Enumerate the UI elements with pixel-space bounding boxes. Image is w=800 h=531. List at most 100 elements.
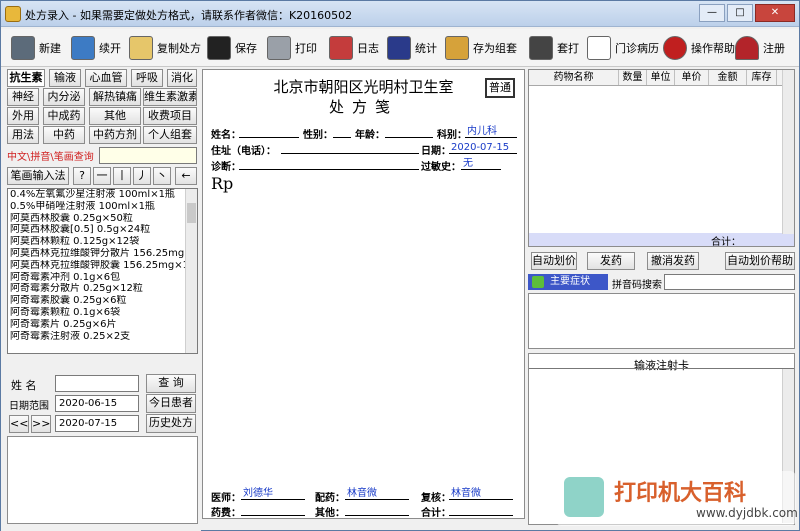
undo-dispense-button[interactable]: 撤消发药 [647,252,699,270]
stroke-key-shu[interactable]: 丨 [113,167,131,185]
scroll-thumb[interactable] [187,203,196,223]
history-prescription-button[interactable]: 历史处方 [146,414,196,433]
col-quantity[interactable]: 数量 [619,70,647,85]
address-field[interactable] [281,142,419,154]
doctor-field[interactable]: 刘德华 [241,488,305,500]
list-item[interactable]: 0.5%甲硝唑注射液 100ml×1瓶 [8,201,197,213]
list-item[interactable]: 阿奇霉素分散片 0.25g×12粒 [8,283,197,295]
list-item[interactable]: 0.4%左氧氟沙星注射液 100ml×1瓶 [8,189,197,201]
date-to-input[interactable]: 2020-07-15 [55,415,139,432]
outpatient-record-button[interactable]: 门诊病历 [587,33,659,63]
list-item[interactable]: 阿奇霉素冲剂 0.1g×6包 [8,272,197,284]
cat-neuro[interactable]: 神经 [7,88,39,106]
age-field[interactable] [385,126,433,138]
prescription-type-badge[interactable]: 普通 [485,78,515,98]
cat-other[interactable]: 其他 [89,107,141,125]
stroke-input-button[interactable]: 笔画输入法 [7,167,69,185]
copy-prescription-button[interactable]: 复制处方 [129,33,201,63]
query-button[interactable]: 查 询 [146,374,196,393]
auto-price-help-button[interactable]: 自动划价帮助 [725,252,795,270]
dept-field[interactable]: 内儿科 [465,126,517,138]
sex-field[interactable] [333,126,351,138]
check-label: 复核： [421,493,451,504]
infusion-divider [529,368,794,369]
new-button[interactable]: 新建 [11,33,61,63]
cat-infusion[interactable]: 输液 [49,69,81,87]
stroke-key-dian[interactable]: 丶 [153,167,171,185]
prev-button[interactable]: << [9,415,29,433]
register-button[interactable]: 注册 [735,33,785,63]
col-unit[interactable]: 单位 [647,70,675,85]
stats-button[interactable]: 统计 [387,33,437,63]
pinyin-search-input[interactable] [664,274,795,290]
col-price[interactable]: 单价 [675,70,709,85]
list-item[interactable]: 阿奇霉素片 0.25g×6片 [8,319,197,331]
cat-external[interactable]: 外用 [7,107,39,125]
log-button[interactable]: 日志 [329,33,379,63]
print-button[interactable]: 打印 [267,33,317,63]
cat-respiratory[interactable]: 呼吸 [131,69,163,87]
col-stock[interactable]: 库存 [747,70,777,85]
search-input[interactable] [99,147,197,164]
list-item[interactable]: 阿莫西林克拉维酸钾分散片 156.25mg×18片 [8,248,197,260]
cat-tcm-formula[interactable]: 中药方剂 [89,126,141,144]
pinyin-search-label: 拼音码搜索 [612,280,662,291]
auto-price-button[interactable]: 自动划价 [531,252,577,270]
cat-usage[interactable]: 用法 [7,126,39,144]
dispense-button[interactable]: 发药 [587,252,635,270]
date-field[interactable]: 2020-07-15 [449,142,517,154]
other-fee-field[interactable] [345,504,409,516]
continue-button[interactable]: 续开 [71,33,121,63]
drug-grid[interactable]: 药物名称 数量 单位 单价 金额 库存 合计： [528,69,795,248]
app-icon [5,6,21,22]
list-item[interactable]: 阿奇霉素颗粒 0.1g×6袋 [8,307,197,319]
maximize-button[interactable]: □ [727,4,753,22]
cat-chinese-patent[interactable]: 中成药 [43,107,85,125]
list-item[interactable]: 阿莫西林胶囊[0.5] 0.5g×24粒 [8,224,197,236]
patient-name-input[interactable] [55,375,139,392]
cat-digestive[interactable]: 消化 [167,69,197,87]
patient-list[interactable] [7,436,198,524]
help-button[interactable]: 操作帮助 [663,33,735,63]
today-patients-button[interactable]: 今日患者 [146,394,196,413]
stroke-key-wildcard[interactable]: ? [73,167,91,185]
col-amount[interactable]: 金额 [709,70,747,85]
date-from-input[interactable]: 2020-06-15 [55,395,139,412]
cat-vitamins[interactable]: 维生素激素 [143,88,197,106]
minimize-button[interactable]: — [699,4,725,22]
stroke-key-heng[interactable]: 一 [93,167,111,185]
list-item[interactable]: 阿奇霉素胶囊 0.25g×6粒 [8,295,197,307]
drug-list-scrollbar[interactable] [185,189,197,353]
cat-endocrine[interactable]: 内分泌 [43,88,85,106]
stroke-key-pie[interactable]: 丿 [133,167,151,185]
check-field[interactable]: 林音微 [449,488,513,500]
col-drug-name[interactable]: 药物名称 [529,70,619,85]
list-item[interactable]: 阿莫西林克拉维酸钾胶囊 156.25mg×18粒 [8,260,197,272]
list-item[interactable]: 阿莫西林颗粒 0.125g×12袋 [8,236,197,248]
dispense-field[interactable]: 林音微 [345,488,409,500]
cat-tcm[interactable]: 中药 [43,126,85,144]
cat-antipyretic[interactable]: 解热镇痛 [89,88,141,106]
list-item[interactable]: 阿莫西林胶囊 0.25g×50粒 [8,213,197,225]
symptom-tab[interactable]: 主要症状 [528,274,608,290]
next-button[interactable]: >> [31,415,51,433]
list-item[interactable]: 阿奇霉素注射液 0.25×2支 [8,331,197,343]
close-button[interactable]: ✕ [755,4,795,22]
symptom-list[interactable] [528,293,795,349]
total-field[interactable] [449,504,513,516]
grid-scrollbar[interactable] [782,70,794,234]
patient-name-field[interactable] [239,126,299,138]
save-button[interactable]: 保存 [207,33,257,63]
cat-antibiotics[interactable]: 抗生素 [7,69,45,87]
cat-personal-set[interactable]: 个人组套 [143,126,197,144]
drug-fee-field[interactable] [241,504,305,516]
allergy-field[interactable]: 无 [461,158,501,170]
prescription-items-area[interactable] [209,196,519,482]
stroke-key-backspace[interactable]: ← [175,167,197,185]
cat-cardio[interactable]: 心血管 [85,69,127,87]
cat-charges[interactable]: 收费项目 [143,107,197,125]
save-as-set-button[interactable]: 存为组套 [445,33,517,63]
template-print-button[interactable]: 套打 [529,33,579,63]
drug-list[interactable]: 0.4%左氧氟沙星注射液 100ml×1瓶 0.5%甲硝唑注射液 100ml×1… [7,188,198,354]
diagnosis-field[interactable] [239,158,419,170]
